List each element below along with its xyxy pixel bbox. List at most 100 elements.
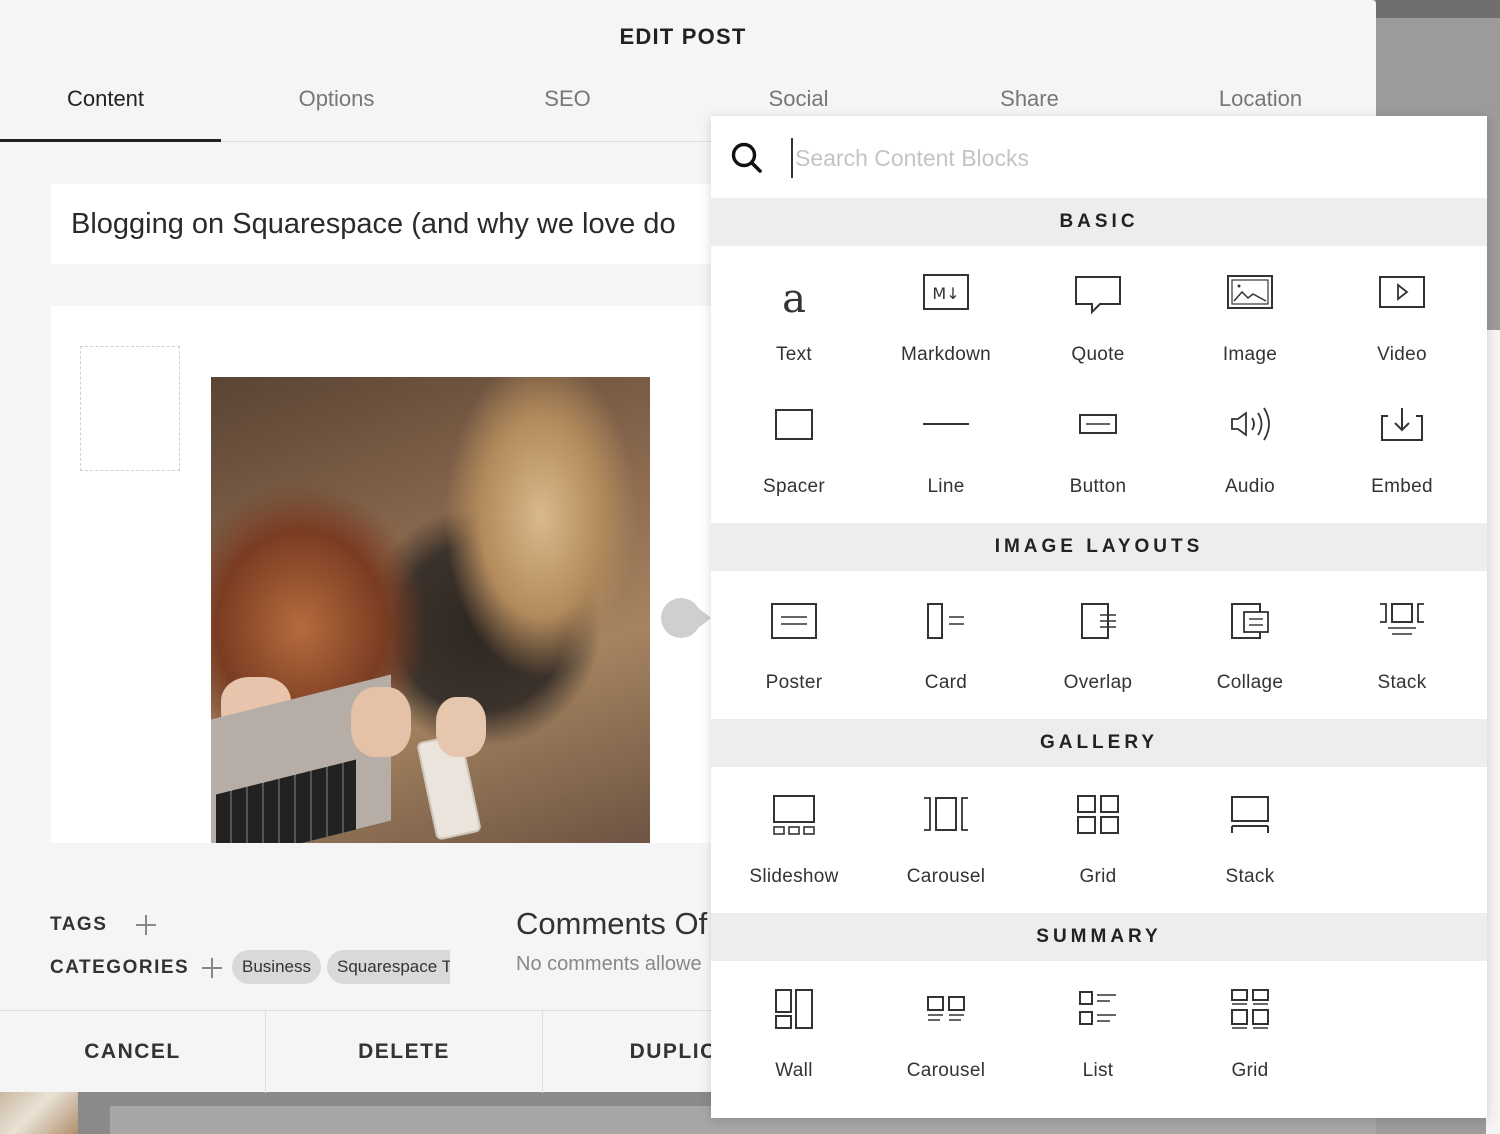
background-content [1486, 330, 1500, 1134]
block-image[interactable]: Image [1174, 272, 1326, 382]
block-grid[interactable]: Grid [1022, 794, 1174, 904]
block-audio[interactable]: Audio [1174, 404, 1326, 514]
post-image[interactable] [211, 377, 650, 843]
comments-status: No comments allowe [516, 953, 702, 975]
block-markdown[interactable]: M↓ Markdown [870, 272, 1022, 382]
block-carousel[interactable]: Carousel [870, 794, 1022, 904]
button-icon [1079, 414, 1117, 434]
modal-title: EDIT POST [619, 24, 747, 49]
block-list[interactable]: List [1022, 988, 1174, 1098]
block-video[interactable]: Video [1326, 272, 1478, 382]
search-bar [711, 116, 1487, 198]
block-summary-carousel[interactable]: Carousel [870, 988, 1022, 1098]
block-slideshow[interactable]: Slideshow [718, 794, 870, 904]
block-overlap[interactable]: Overlap [1022, 600, 1174, 710]
block-embed[interactable]: Embed [1326, 404, 1478, 514]
block-label: Embed [1371, 476, 1433, 497]
audio-icon [1231, 407, 1270, 441]
video-icon [1379, 276, 1425, 308]
summary-grid-icon [1231, 989, 1269, 1029]
block-label: Stack [1377, 672, 1427, 693]
block-label: Grid [1079, 866, 1117, 887]
card-icon [927, 603, 964, 639]
content-blocks-panel: BASIC a Text M↓ Markdown Quote Image Vid… [711, 116, 1487, 1118]
stack-icon [1380, 603, 1424, 635]
block-gallery-stack[interactable]: Stack [1174, 794, 1326, 904]
block-button[interactable]: Button [1022, 404, 1174, 514]
spacer-icon [775, 409, 813, 440]
slideshow-icon [773, 795, 815, 835]
tab-content[interactable]: Content [0, 80, 211, 142]
wall-icon [775, 989, 813, 1029]
delete-button[interactable]: DELETE [266, 1011, 543, 1093]
svg-text:M↓: M↓ [932, 284, 959, 303]
grid-icon [1077, 795, 1119, 834]
summary-carousel-icon [927, 996, 965, 1021]
category-pill[interactable]: Business [232, 950, 321, 984]
block-line[interactable]: Line [870, 404, 1022, 514]
block-label: Image [1222, 344, 1278, 365]
section-gallery-heading: GALLERY [711, 719, 1487, 767]
block-label: Spacer [762, 476, 825, 497]
categories-label: CATEGORIES [50, 957, 190, 978]
carousel-icon [924, 797, 968, 831]
block-label: Text [775, 344, 813, 365]
block-label: Slideshow [749, 866, 839, 887]
tab-options[interactable]: Options [231, 80, 442, 142]
block-label: List [1082, 1060, 1114, 1081]
background-thumbnail [0, 1092, 78, 1134]
markdown-icon: M↓ [923, 274, 969, 310]
photo-hand [436, 697, 486, 757]
insert-point-handle[interactable] [661, 598, 711, 638]
tags-label: TAGS [50, 914, 108, 935]
block-label: Button [1069, 476, 1127, 497]
image-icon [1227, 275, 1273, 309]
block-label: Audio [1224, 476, 1276, 497]
block-label: Line [927, 476, 965, 497]
background-header [1376, 0, 1500, 18]
photo-hand [351, 687, 411, 757]
text-icon: a [782, 276, 806, 322]
embed-icon [1381, 408, 1423, 441]
comments-heading: Comments Of [516, 906, 708, 941]
overlap-icon [1081, 603, 1116, 639]
section-summary-heading: SUMMARY [711, 913, 1487, 961]
add-tag-plus-icon[interactable] [136, 915, 156, 935]
block-label: Grid [1231, 1060, 1269, 1081]
tab-seo[interactable]: SEO [462, 80, 673, 142]
post-title-text: Blogging on Squarespace (and why we love… [71, 208, 676, 240]
block-card[interactable]: Card [870, 600, 1022, 710]
block-stack[interactable]: Stack [1326, 600, 1478, 710]
block-label: Poster [765, 672, 823, 693]
block-poster[interactable]: Poster [718, 600, 870, 710]
section-image-layouts-heading: IMAGE LAYOUTS [711, 523, 1487, 571]
search-content-blocks-input[interactable] [791, 138, 1391, 178]
list-icon [1079, 991, 1116, 1025]
post-title-field[interactable]: Blogging on Squarespace (and why we love… [51, 184, 751, 264]
svg-text:a: a [782, 276, 806, 322]
block-spacer[interactable]: Spacer [718, 404, 870, 514]
block-summary-grid[interactable]: Grid [1174, 988, 1326, 1098]
empty-block-placeholder[interactable] [80, 346, 180, 471]
collage-icon [1231, 603, 1269, 639]
section-basic-heading: BASIC [711, 198, 1487, 246]
cancel-button[interactable]: CANCEL [0, 1011, 266, 1093]
block-label: Video [1377, 344, 1427, 365]
block-collage[interactable]: Collage [1174, 600, 1326, 710]
search-icon [731, 142, 762, 173]
block-label: Markdown [900, 344, 992, 365]
block-label: Carousel [906, 1060, 986, 1081]
post-body-editor[interactable] [51, 306, 751, 843]
block-label: Overlap [1063, 672, 1133, 693]
add-category-plus-icon[interactable] [202, 958, 222, 978]
gallery-stack-icon [1231, 796, 1269, 833]
block-wall[interactable]: Wall [718, 988, 870, 1098]
block-quote[interactable]: Quote [1022, 272, 1174, 382]
category-pill[interactable]: Squarespace T [327, 950, 450, 984]
block-label: Stack [1225, 866, 1275, 887]
quote-icon [1075, 276, 1121, 315]
block-label: Wall [775, 1060, 813, 1081]
block-text[interactable]: a Text [718, 272, 870, 382]
block-label: Collage [1216, 672, 1284, 693]
block-label: Carousel [906, 866, 986, 887]
